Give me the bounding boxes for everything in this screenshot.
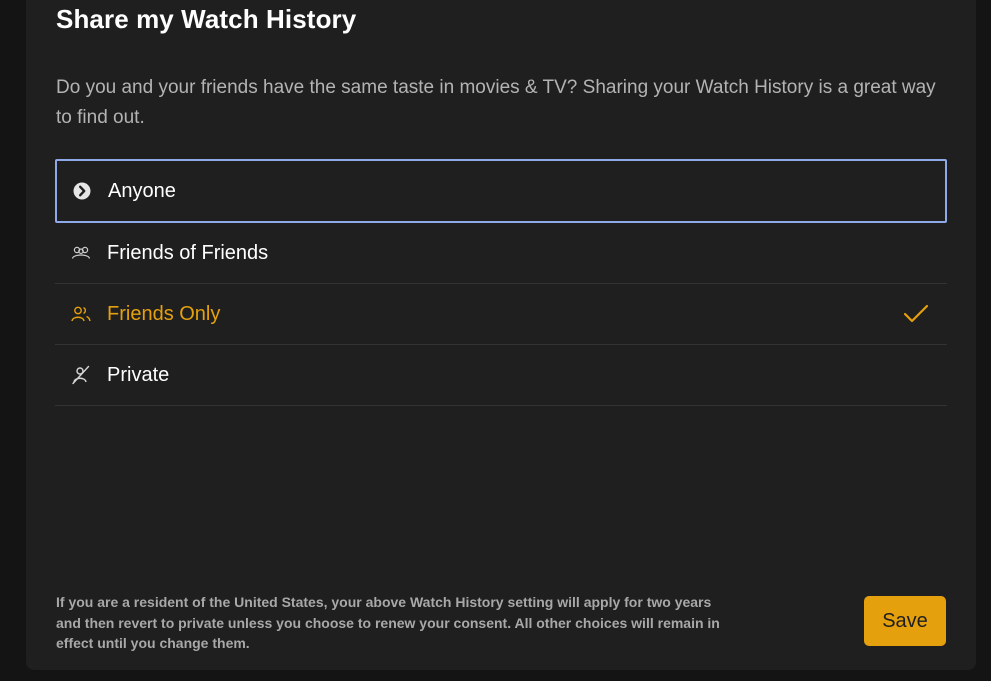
option-label: Friends Only [107,302,221,325]
group-icon [71,243,91,263]
option-anyone[interactable]: Anyone [55,159,947,223]
checkmark-icon [903,304,929,324]
save-button[interactable]: Save [864,596,946,646]
dialog-title: Share my Watch History [56,4,357,34]
option-label: Anyone [108,179,176,202]
chevron-right-circle-icon [72,181,92,201]
private-icon [71,365,91,385]
option-private[interactable]: Private [55,345,947,406]
option-label: Private [107,363,170,386]
option-friends-of-friends[interactable]: Friends of Friends [55,223,947,284]
dialog-description: Do you and your friends have the same ta… [56,77,936,128]
consent-footnote: If you are a resident of the United Stat… [56,594,720,651]
option-label: Friends of Friends [107,241,269,264]
friends-icon [71,304,91,324]
watch-history-dialog: Share my Watch History Do you and your f… [26,0,976,670]
privacy-options-list: Anyone Friends of Friends Friends Only P… [55,159,947,406]
option-friends-only[interactable]: Friends Only [55,284,947,345]
